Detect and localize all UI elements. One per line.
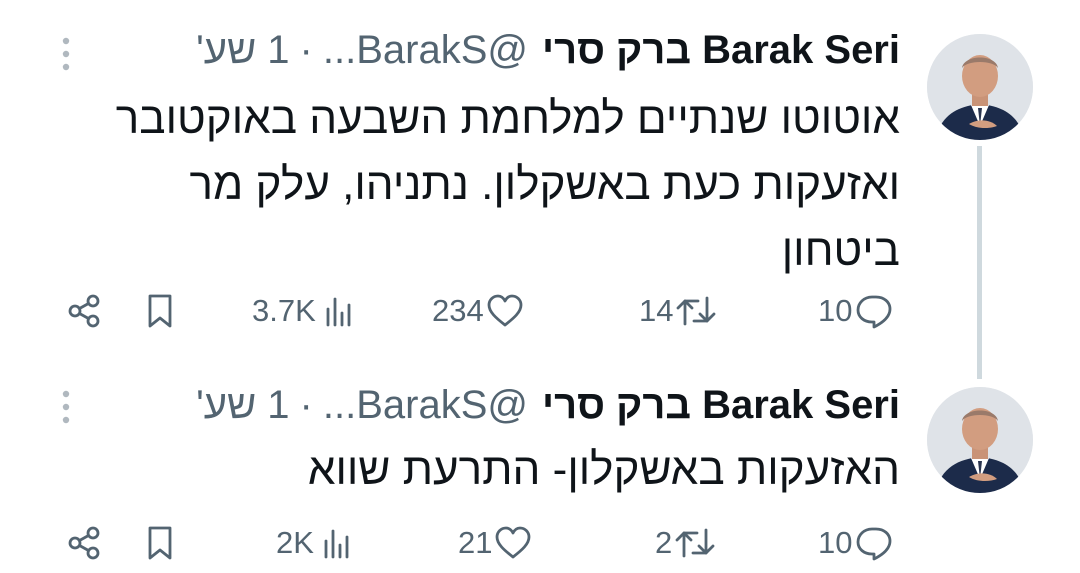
likes-count: 21 [458,525,493,560]
repost-button[interactable]: 14 [639,288,717,334]
reposts-count: 14 [639,293,674,328]
tweet-text-line: ואזעקות כעת באשקלון. נתניהו, עלק מר [189,160,900,209]
share-button[interactable] [66,520,102,566]
author-handle[interactable]: @BarakS... [323,383,528,428]
timestamp[interactable]: 1 שע' [196,28,289,73]
more-vertical-icon [62,37,70,71]
more-options-button[interactable] [56,34,76,74]
tweet-text: אוטוטו שנתיים למלחמת השבעה באוקטובר ואזע… [60,86,900,284]
tweet-header: Barak Seri ברק סרי @BarakS... · 1 שע' [196,26,900,74]
repost-icon [677,296,716,326]
reply-icon [857,527,892,561]
avatar-photo [927,387,1033,493]
views-button[interactable]: 2K [276,520,354,566]
tweet-text-line: האזעקות באשקלון- התרעת שווא [307,445,900,494]
thread-line [977,146,982,379]
views-icon [324,529,349,559]
author-name[interactable]: Barak Seri ברק סרי [542,383,900,428]
reply-icon [857,295,892,329]
author-name[interactable]: Barak Seri ברק סרי [542,28,900,73]
share-button[interactable] [66,288,102,334]
like-icon [487,294,523,327]
views-icon [326,297,351,327]
repost-button[interactable]: 2 [655,520,716,566]
like-icon [496,526,531,559]
avatar-photo [927,34,1033,140]
more-options-button[interactable] [56,387,76,427]
more-vertical-icon [62,390,70,424]
author-handle[interactable]: @BarakS... [323,28,528,73]
action-bar: 2K 21 2 10 [0,520,1080,566]
reply-button[interactable]: 10 [818,288,894,334]
avatar[interactable] [927,387,1033,493]
tweet-text-line: אוטוטו שנתיים למלחמת השבעה באוקטובר [115,94,900,143]
bookmark-icon [148,294,172,328]
replies-count: 10 [818,293,853,328]
repost-icon [675,528,715,558]
like-button[interactable]: 21 [458,520,532,566]
tweet[interactable]: Barak Seri ברק סרי @BarakS... · 1 שע' הא… [0,365,1080,573]
reposts-count: 2 [655,525,673,560]
tweet-text: האזעקות באשקלון- התרעת שווא [60,437,900,503]
replies-count: 10 [818,525,853,560]
separator-dot: · [299,382,313,427]
timestamp[interactable]: 1 שע' [196,383,289,428]
views-count: 3.7K [252,293,316,328]
tweet[interactable]: Barak Seri ברק סרי @BarakS... · 1 שע' או… [0,0,1080,379]
separator-dot: · [299,27,313,72]
likes-count: 234 [432,293,484,328]
like-button[interactable]: 234 [432,288,524,334]
tweet-text-line: ביטחון [781,226,900,275]
views-button[interactable]: 3.7K [252,288,356,334]
share-icon [68,526,100,560]
bookmark-button[interactable] [145,288,175,334]
avatar[interactable] [927,34,1033,140]
bookmark-icon [148,526,172,560]
action-bar: 3.7K 234 14 10 [0,288,1080,334]
reply-button[interactable]: 10 [818,520,894,566]
tweet-header: Barak Seri ברק סרי @BarakS... · 1 שע' [196,381,900,429]
share-icon [68,294,100,328]
views-count: 2K [276,525,314,560]
bookmark-button[interactable] [145,520,175,566]
